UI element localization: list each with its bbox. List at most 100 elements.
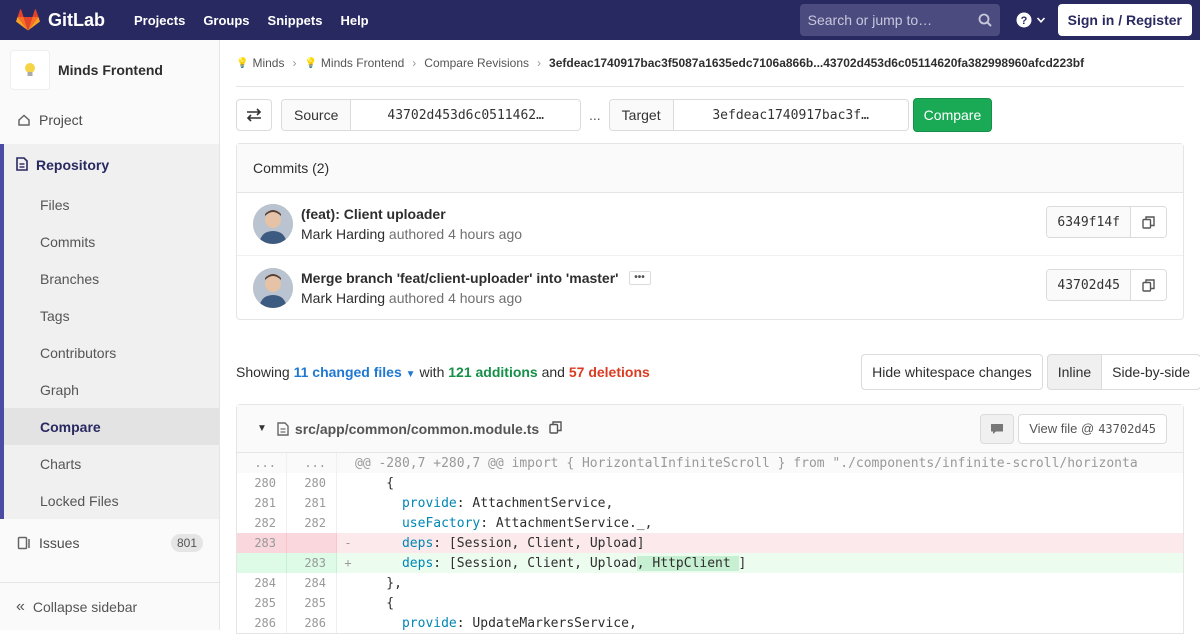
code-line: useFactory: AttachmentService._,	[401, 515, 653, 531]
breadcrumb-minds-frontend[interactable]: Minds Frontend	[321, 56, 404, 70]
sidebar-item-locked-files[interactable]: Locked Files	[4, 482, 219, 519]
code-line: {	[355, 475, 395, 491]
avatar[interactable]	[253, 267, 293, 308]
old-line-number[interactable]: 285	[237, 593, 287, 613]
breadcrumb-minds[interactable]: Minds	[252, 56, 284, 70]
breadcrumb-compare-revisions[interactable]: Compare Revisions	[424, 56, 529, 70]
sidebar-project-header[interactable]: Minds Frontend	[0, 40, 219, 100]
sign-in-button[interactable]: Sign in / Register	[1057, 4, 1192, 36]
commit-author[interactable]: Mark Harding	[301, 290, 385, 306]
top-navbar: GitLab Projects Groups Snippets Help Sea…	[0, 0, 1200, 40]
commit-row: Merge branch 'feat/client-uploader' into…	[237, 256, 1183, 319]
source-value: 43702d453d6c0511462…	[387, 107, 544, 123]
nav-links: Projects Groups Snippets Help	[125, 0, 378, 40]
sidebar-item-files[interactable]: Files	[4, 186, 219, 223]
breadcrumb-separator: ›	[412, 56, 417, 70]
nav-projects[interactable]: Projects	[125, 0, 194, 40]
file-icon	[277, 421, 289, 436]
old-line-number[interactable]: ...	[237, 453, 287, 473]
avatar[interactable]	[253, 204, 293, 244]
expand-description-button[interactable]: •••	[628, 270, 651, 285]
old-line-number[interactable]: 282	[237, 513, 287, 533]
old-line-number[interactable]: 283	[237, 533, 287, 553]
diff-line: 284 284 },	[237, 573, 1183, 593]
breadcrumb-current[interactable]: 3efdeac1740917bac3f5087a1635edc7106a866b…	[549, 56, 1084, 70]
sidebar-item-project[interactable]: Project	[0, 100, 219, 140]
new-line-number[interactable]: ...	[287, 453, 337, 473]
sidebar-item-contributors[interactable]: Contributors	[4, 334, 219, 371]
nav-help[interactable]: Help	[331, 0, 377, 40]
side-by-side-view-button[interactable]: Side-by-side	[1102, 354, 1200, 390]
compare-button[interactable]: Compare	[912, 98, 993, 132]
collapse-sidebar-button[interactable]: « Collapse sidebar	[0, 582, 219, 630]
sidebar-item-tags[interactable]: Tags	[4, 297, 219, 334]
sidebar-item-label: Project	[39, 112, 83, 128]
help-dropdown[interactable]: ?	[1016, 12, 1046, 28]
sidebar-item-commits[interactable]: Commits	[4, 223, 219, 260]
source-ref[interactable]: Source 43702d453d6c0511462…	[281, 99, 581, 131]
issues-icon	[16, 536, 32, 550]
diff-content: ... ... @@ -280,7 +280,7 @@ import { Hor…	[237, 453, 1183, 633]
code-keyword: provide	[401, 615, 457, 631]
sidebar-item-repository[interactable]: Repository	[4, 144, 219, 186]
sidebar-item-label: Repository	[36, 157, 110, 173]
diff-file: ▼ src/app/common/common.module.ts View f…	[236, 404, 1184, 634]
new-line-number[interactable]: 284	[287, 573, 337, 593]
copy-sha-button[interactable]	[1130, 270, 1166, 300]
caret-down-icon: ▼	[405, 369, 416, 380]
sidebar-item-branches[interactable]: Branches	[4, 260, 219, 297]
old-line-number[interactable]: 284	[237, 573, 287, 593]
new-line-number[interactable]: 285	[287, 593, 337, 613]
commit-title[interactable]: Merge branch 'feat/client-uploader' into…	[301, 270, 619, 286]
sidebar-item-charts[interactable]: Charts	[4, 445, 219, 482]
diff-line: 285 285 {	[237, 593, 1183, 613]
svg-text:?: ?	[1020, 15, 1027, 27]
old-line-number[interactable]: 280	[237, 473, 287, 493]
collapse-sidebar-label: Collapse sidebar	[32, 598, 138, 615]
new-line-number[interactable]	[287, 533, 337, 553]
sidebar-item-issues[interactable]: Issues 801	[0, 523, 219, 563]
commit-sha-group: 43702d45	[1046, 269, 1167, 301]
issues-count-badge: 801	[170, 534, 203, 552]
new-line-number[interactable]: 286	[287, 613, 337, 633]
copy-file-path-button[interactable]	[549, 420, 562, 437]
copy-sha-button[interactable]	[1130, 207, 1166, 237]
diff-line: 281 281 provide: AttachmentService,	[237, 493, 1183, 513]
search-input[interactable]: Search or jump to…	[799, 4, 1000, 36]
view-file-button[interactable]: View file @ 43702d45	[1018, 413, 1167, 444]
lightbulb-icon	[25, 63, 35, 76]
commit-title[interactable]: (feat): Client uploader	[301, 206, 522, 222]
nav-groups[interactable]: Groups	[194, 0, 258, 40]
swap-revisions-button[interactable]	[236, 99, 272, 131]
hide-whitespace-button[interactable]: Hide whitespace changes	[861, 354, 1043, 390]
code-keyword: deps	[401, 535, 434, 551]
inline-view-button[interactable]: Inline	[1046, 354, 1103, 390]
collapse-file-caret-icon[interactable]: ▼	[257, 423, 267, 434]
old-line-number[interactable]: 281	[237, 493, 287, 513]
code-line: {	[355, 595, 395, 611]
view-file-sha: 43702d45	[1098, 421, 1156, 436]
diff-line: 282 282 useFactory: AttachmentService._,	[237, 513, 1183, 533]
toggle-comments-button[interactable]	[980, 413, 1015, 444]
changed-files-dropdown[interactable]: 11 changed files ▼	[294, 364, 416, 380]
sidebar-item-graph[interactable]: Graph	[4, 371, 219, 408]
gitlab-logo[interactable]: GitLab	[16, 0, 125, 40]
new-line-number[interactable]: 280	[287, 473, 337, 493]
sidebar-item-compare[interactable]: Compare	[4, 408, 219, 445]
code-keyword: deps	[401, 555, 434, 571]
new-line-number[interactable]: 283	[287, 553, 337, 573]
target-ref[interactable]: Target 3efdeac1740917bac3f…	[608, 99, 909, 131]
gitlab-fox-icon	[16, 9, 40, 31]
old-line-number[interactable]	[237, 553, 287, 573]
commit-row: (feat): Client uploader Mark Harding aut…	[237, 193, 1183, 256]
file-path[interactable]: src/app/common/common.module.ts	[295, 421, 539, 437]
new-line-number[interactable]: 282	[287, 513, 337, 533]
commit-sha[interactable]: 43702d45	[1047, 270, 1130, 300]
commit-author[interactable]: Mark Harding	[301, 226, 385, 242]
commit-sha[interactable]: 6349f14f	[1047, 207, 1130, 237]
nav-snippets[interactable]: Snippets	[259, 0, 332, 40]
new-line-number[interactable]: 281	[287, 493, 337, 513]
sidebar-repository-section: Repository Files Commits Branches Tags C…	[0, 144, 219, 519]
old-line-number[interactable]: 286	[237, 613, 287, 633]
lightbulb-icon: 💡	[304, 57, 317, 69]
